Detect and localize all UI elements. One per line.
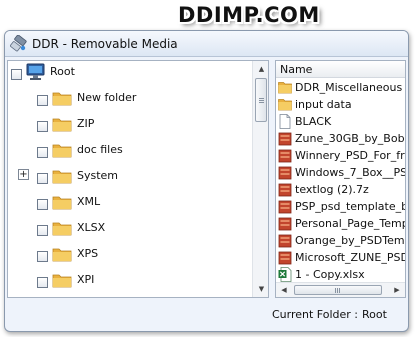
scroll-left-icon[interactable]: ◀ (277, 283, 291, 297)
window-title: DDR - Removable Media (32, 37, 178, 51)
archive-icon (278, 250, 292, 265)
tree-checkbox[interactable] (37, 95, 48, 106)
file-name: Zune_30GB_by_Bobb... (295, 132, 405, 145)
file-name: Orange_by_PSDTempl... (295, 234, 405, 247)
file-row[interactable]: 1 - Copy.xlsx (278, 266, 405, 283)
archive-icon (278, 182, 292, 197)
archive-icon (278, 131, 292, 146)
folder-icon (52, 116, 72, 132)
folder-icon (278, 97, 292, 112)
file-row[interactable]: Winnery_PSD_For_fre... (278, 147, 405, 164)
file-name: PSP_psd_template_by... (295, 200, 405, 213)
tree-checkbox[interactable] (37, 199, 48, 210)
tree-item-label: System (77, 169, 119, 182)
current-folder-value: Root (362, 308, 387, 321)
folder-icon (52, 220, 72, 236)
file-row[interactable]: DDR_Miscellaneous (278, 79, 405, 96)
scroll-right-icon[interactable]: ▶ (390, 283, 404, 297)
folder-icon (52, 90, 72, 106)
tree-item[interactable]: New folder (8, 87, 252, 109)
folder-icon (52, 246, 72, 262)
scroll-down-icon[interactable]: ▼ (253, 281, 268, 297)
archive-icon (278, 165, 292, 180)
tree-checkbox[interactable] (37, 147, 48, 158)
file-name: Personal_Page_Templ... (295, 217, 405, 230)
file-row[interactable]: BLACK (278, 113, 405, 130)
tree-item[interactable]: XML (8, 191, 252, 213)
file-row[interactable]: Personal_Page_Templ... (278, 215, 405, 232)
folder-icon (52, 168, 72, 184)
tree-checkbox[interactable] (37, 277, 48, 288)
excel-icon (278, 267, 292, 282)
tree-item[interactable]: XPS (8, 243, 252, 265)
scroll-up-icon[interactable]: ▲ (253, 61, 268, 77)
file-name: input data (295, 98, 352, 111)
tree-item-root[interactable]: Root (8, 61, 252, 83)
title-bar: DDR - Removable Media (5, 31, 408, 57)
tree-item[interactable]: XLSX (8, 217, 252, 239)
tree-checkbox[interactable] (11, 69, 22, 80)
tree-item[interactable]: doc files (8, 139, 252, 161)
scroll-thumb[interactable] (255, 78, 267, 122)
blank-file-icon (278, 114, 292, 129)
tree-item[interactable]: XPI (8, 269, 252, 291)
file-name: textlog (2).7z (295, 183, 369, 196)
file-row[interactable]: Orange_by_PSDTempl... (278, 232, 405, 249)
tree-item-label: XPI (77, 273, 95, 286)
tree-item-label: XLSX (77, 221, 106, 234)
tree-item-label: XPS (77, 247, 99, 260)
app-window: DDR - Removable Media Root New folder ZI… (4, 30, 409, 332)
folder-icon (52, 194, 72, 210)
file-list-horizontal-scrollbar[interactable]: ◀ ▶ (276, 282, 405, 297)
folder-icon (52, 272, 72, 288)
scroll-thumb[interactable] (294, 285, 382, 295)
file-row[interactable]: input data (278, 96, 405, 113)
tree-checkbox[interactable] (37, 173, 48, 184)
computer-icon (25, 62, 47, 82)
removable-media-icon (10, 34, 28, 53)
column-header-name[interactable]: Name (276, 61, 405, 78)
tree-item-label: ZIP (77, 117, 95, 130)
archive-icon (278, 233, 292, 248)
tree-item-label: XML (77, 195, 101, 208)
expand-icon[interactable]: + (18, 169, 29, 180)
file-row[interactable]: Windows_7_Box__PS... (278, 164, 406, 181)
file-name: Windows_7_Box__PS... (295, 166, 406, 179)
file-row[interactable]: Microsoft_ZUNE_PSD_... (278, 249, 405, 266)
file-name: BLACK (295, 115, 332, 128)
file-row[interactable]: textlog (2).7z (278, 181, 405, 198)
archive-icon (278, 199, 292, 214)
tree-item[interactable]: + System (8, 165, 252, 187)
folder-tree[interactable]: Root New folder ZIP doc files + System X… (7, 60, 269, 298)
brand-logo-text: DDIMP.COM (178, 3, 320, 27)
file-name: Microsoft_ZUNE_PSD_... (295, 251, 405, 264)
tree-item-label: doc files (77, 143, 123, 156)
folder-icon (52, 142, 72, 158)
file-row[interactable]: PSP_psd_template_by... (278, 198, 405, 215)
tree-checkbox[interactable] (37, 251, 48, 262)
column-header-label: Name (280, 63, 313, 76)
tree-checkbox[interactable] (37, 225, 48, 236)
file-row[interactable]: Zune_30GB_by_Bobb... (278, 130, 405, 147)
brand-logo: DDIMP.COM (0, 0, 415, 34)
file-list[interactable]: Name DDR_Miscellaneous input data BLACK (275, 60, 406, 298)
tree-item[interactable]: ZIP (8, 113, 252, 135)
folder-icon (278, 80, 292, 95)
archive-icon (278, 216, 292, 231)
tree-item-label: New folder (77, 91, 137, 104)
archive-icon (278, 148, 292, 163)
tree-checkbox[interactable] (37, 121, 48, 132)
file-name: Winnery_PSD_For_fre... (295, 149, 405, 162)
tree-vertical-scrollbar[interactable]: ▲ ▼ (252, 61, 268, 297)
tree-item-label: Root (50, 65, 75, 78)
file-name: 1 - Copy.xlsx (295, 268, 365, 281)
file-name: DDR_Miscellaneous (295, 81, 403, 94)
current-folder-label: Current Folder : (272, 308, 359, 321)
